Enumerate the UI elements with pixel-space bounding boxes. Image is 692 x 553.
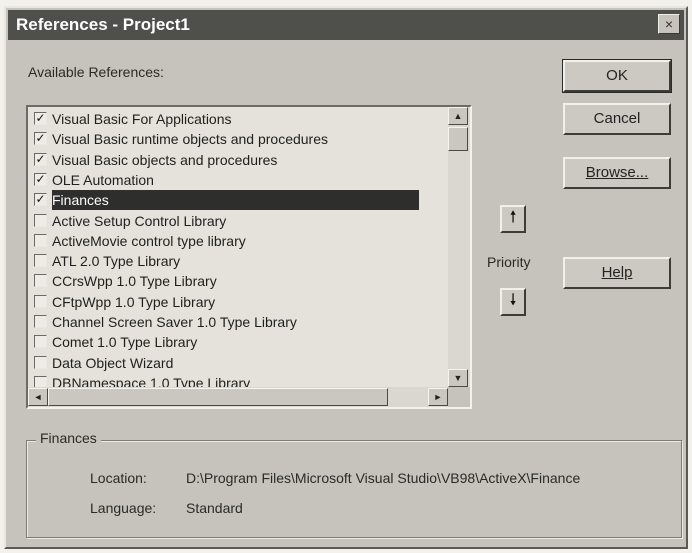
scroll-up-button[interactable]: ▲ xyxy=(448,107,468,125)
reference-item[interactable]: Active Setup Control Library xyxy=(32,211,446,231)
language-label: Language: xyxy=(90,500,157,516)
reference-label: Active Setup Control Library xyxy=(52,212,227,229)
reference-label: Visual Basic For Applications xyxy=(52,111,232,127)
reference-item[interactable]: ✓ Finances xyxy=(32,190,446,211)
help-button[interactable]: Help xyxy=(563,257,671,289)
priority-down-button[interactable]: 🠗 xyxy=(500,288,526,316)
vertical-scrollbar[interactable]: ▲ ▼ xyxy=(448,107,470,387)
browse-button[interactable]: Browse... xyxy=(563,157,671,189)
help-button-label: Help xyxy=(601,264,633,281)
horizontal-scrollbar[interactable]: ◄ ► xyxy=(28,387,448,407)
reference-checkbox[interactable]: ✓ xyxy=(34,193,47,207)
reference-checkbox[interactable] xyxy=(34,274,47,288)
reference-label: Visual Basic runtime objects and procedu… xyxy=(52,131,329,148)
reference-item[interactable]: Channel Screen Saver 1.0 Type Library xyxy=(32,312,446,332)
location-label: Location: xyxy=(90,470,147,486)
reference-label: ATL 2.0 Type Library xyxy=(52,253,181,270)
window-title: References - Project1 xyxy=(16,15,190,34)
references-listbox[interactable]: ✓ Visual Basic For Applications ✓ Visual Ba… xyxy=(26,105,472,409)
reference-checkbox[interactable] xyxy=(34,355,47,369)
reference-label: DBNamespace 1.0 Type Library xyxy=(52,374,251,387)
reference-checkbox[interactable]: ✓ xyxy=(34,132,47,146)
language-value: Standard xyxy=(186,500,243,516)
reference-checkbox[interactable] xyxy=(34,335,47,349)
available-references-label: Available References: xyxy=(28,64,164,80)
reference-label: ActiveMovie control type library xyxy=(52,232,246,249)
cancel-button[interactable]: Cancel xyxy=(563,103,671,135)
arrow-down-icon: 🠗 xyxy=(509,292,517,309)
reference-item[interactable]: ATL 2.0 Type Library xyxy=(32,251,446,271)
arrow-up-icon: 🠕 xyxy=(509,209,517,226)
scroll-right-button[interactable]: ► xyxy=(428,388,448,406)
reference-item[interactable]: DBNamespace 1.0 Type Library xyxy=(32,373,446,387)
reference-item[interactable]: CFtpWpp 1.0 Type Library xyxy=(32,292,446,312)
reference-item[interactable]: ✓ OLE Automation xyxy=(32,170,446,190)
reference-label: CCrsWpp 1.0 Type Library xyxy=(52,273,217,290)
reference-label: CFtpWpp 1.0 Type Library xyxy=(52,293,216,310)
priority-up-button[interactable]: 🠕 xyxy=(500,205,526,233)
close-button[interactable]: × xyxy=(658,14,680,34)
close-icon: × xyxy=(664,16,674,32)
reference-checkbox[interactable] xyxy=(34,213,47,227)
reference-item[interactable]: ✓ Visual Basic runtime objects and proced… xyxy=(32,129,446,149)
reference-item[interactable]: CCrsWpp 1.0 Type Library xyxy=(32,271,446,291)
reference-item[interactable]: ✓ Visual Basic objects and procedures xyxy=(32,150,446,170)
reference-label: Channel Screen Saver 1.0 Type Library xyxy=(52,314,297,330)
reference-label: OLE Automation xyxy=(52,171,154,188)
priority-label: Priority xyxy=(487,254,531,270)
horizontal-scroll-thumb[interactable] xyxy=(48,388,388,406)
arrow-left-icon: ◄ xyxy=(33,392,43,402)
details-groupbox xyxy=(26,440,682,538)
reference-item[interactable]: ActiveMovie control type library xyxy=(32,231,446,251)
reference-item[interactable]: ✓ Visual Basic For Applications xyxy=(32,109,446,129)
reference-checkbox[interactable] xyxy=(34,375,47,387)
reference-label: Visual Basic objects and procedures xyxy=(52,151,278,168)
reference-item[interactable]: Comet 1.0 Type Library xyxy=(32,332,446,352)
scrollbar-corner xyxy=(448,387,470,407)
reference-label: Data Object Wizard xyxy=(52,354,174,371)
reference-checkbox[interactable] xyxy=(34,315,47,328)
reference-checkbox[interactable] xyxy=(34,233,47,247)
scroll-down-button[interactable]: ▼ xyxy=(448,369,468,387)
arrow-right-icon: ► xyxy=(433,392,443,402)
browse-button-label: Browse... xyxy=(585,164,649,181)
title-bar[interactable]: References - Project1 × xyxy=(8,10,684,40)
vertical-scroll-thumb[interactable] xyxy=(448,127,468,151)
ok-button[interactable]: OK xyxy=(562,59,672,93)
reference-label: Comet 1.0 Type Library xyxy=(52,334,198,351)
details-group-title: Finances xyxy=(36,430,101,446)
scroll-left-button[interactable]: ◄ xyxy=(28,388,48,406)
reference-checkbox[interactable] xyxy=(34,254,47,268)
reference-item[interactable]: Data Object Wizard xyxy=(32,353,446,373)
reference-checkbox[interactable]: ✓ xyxy=(34,112,47,125)
reference-checkbox[interactable] xyxy=(34,294,47,308)
reference-checkbox[interactable]: ✓ xyxy=(34,152,47,166)
arrow-up-icon: ▲ xyxy=(453,111,463,121)
arrow-down-icon: ▼ xyxy=(453,373,463,383)
location-value: D:\Program Files\Microsoft Visual Studio… xyxy=(186,470,581,486)
reference-label: Finances xyxy=(52,190,419,211)
reference-checkbox[interactable]: ✓ xyxy=(34,172,47,186)
references-list[interactable]: ✓ Visual Basic For Applications ✓ Visual Ba… xyxy=(32,109,448,387)
